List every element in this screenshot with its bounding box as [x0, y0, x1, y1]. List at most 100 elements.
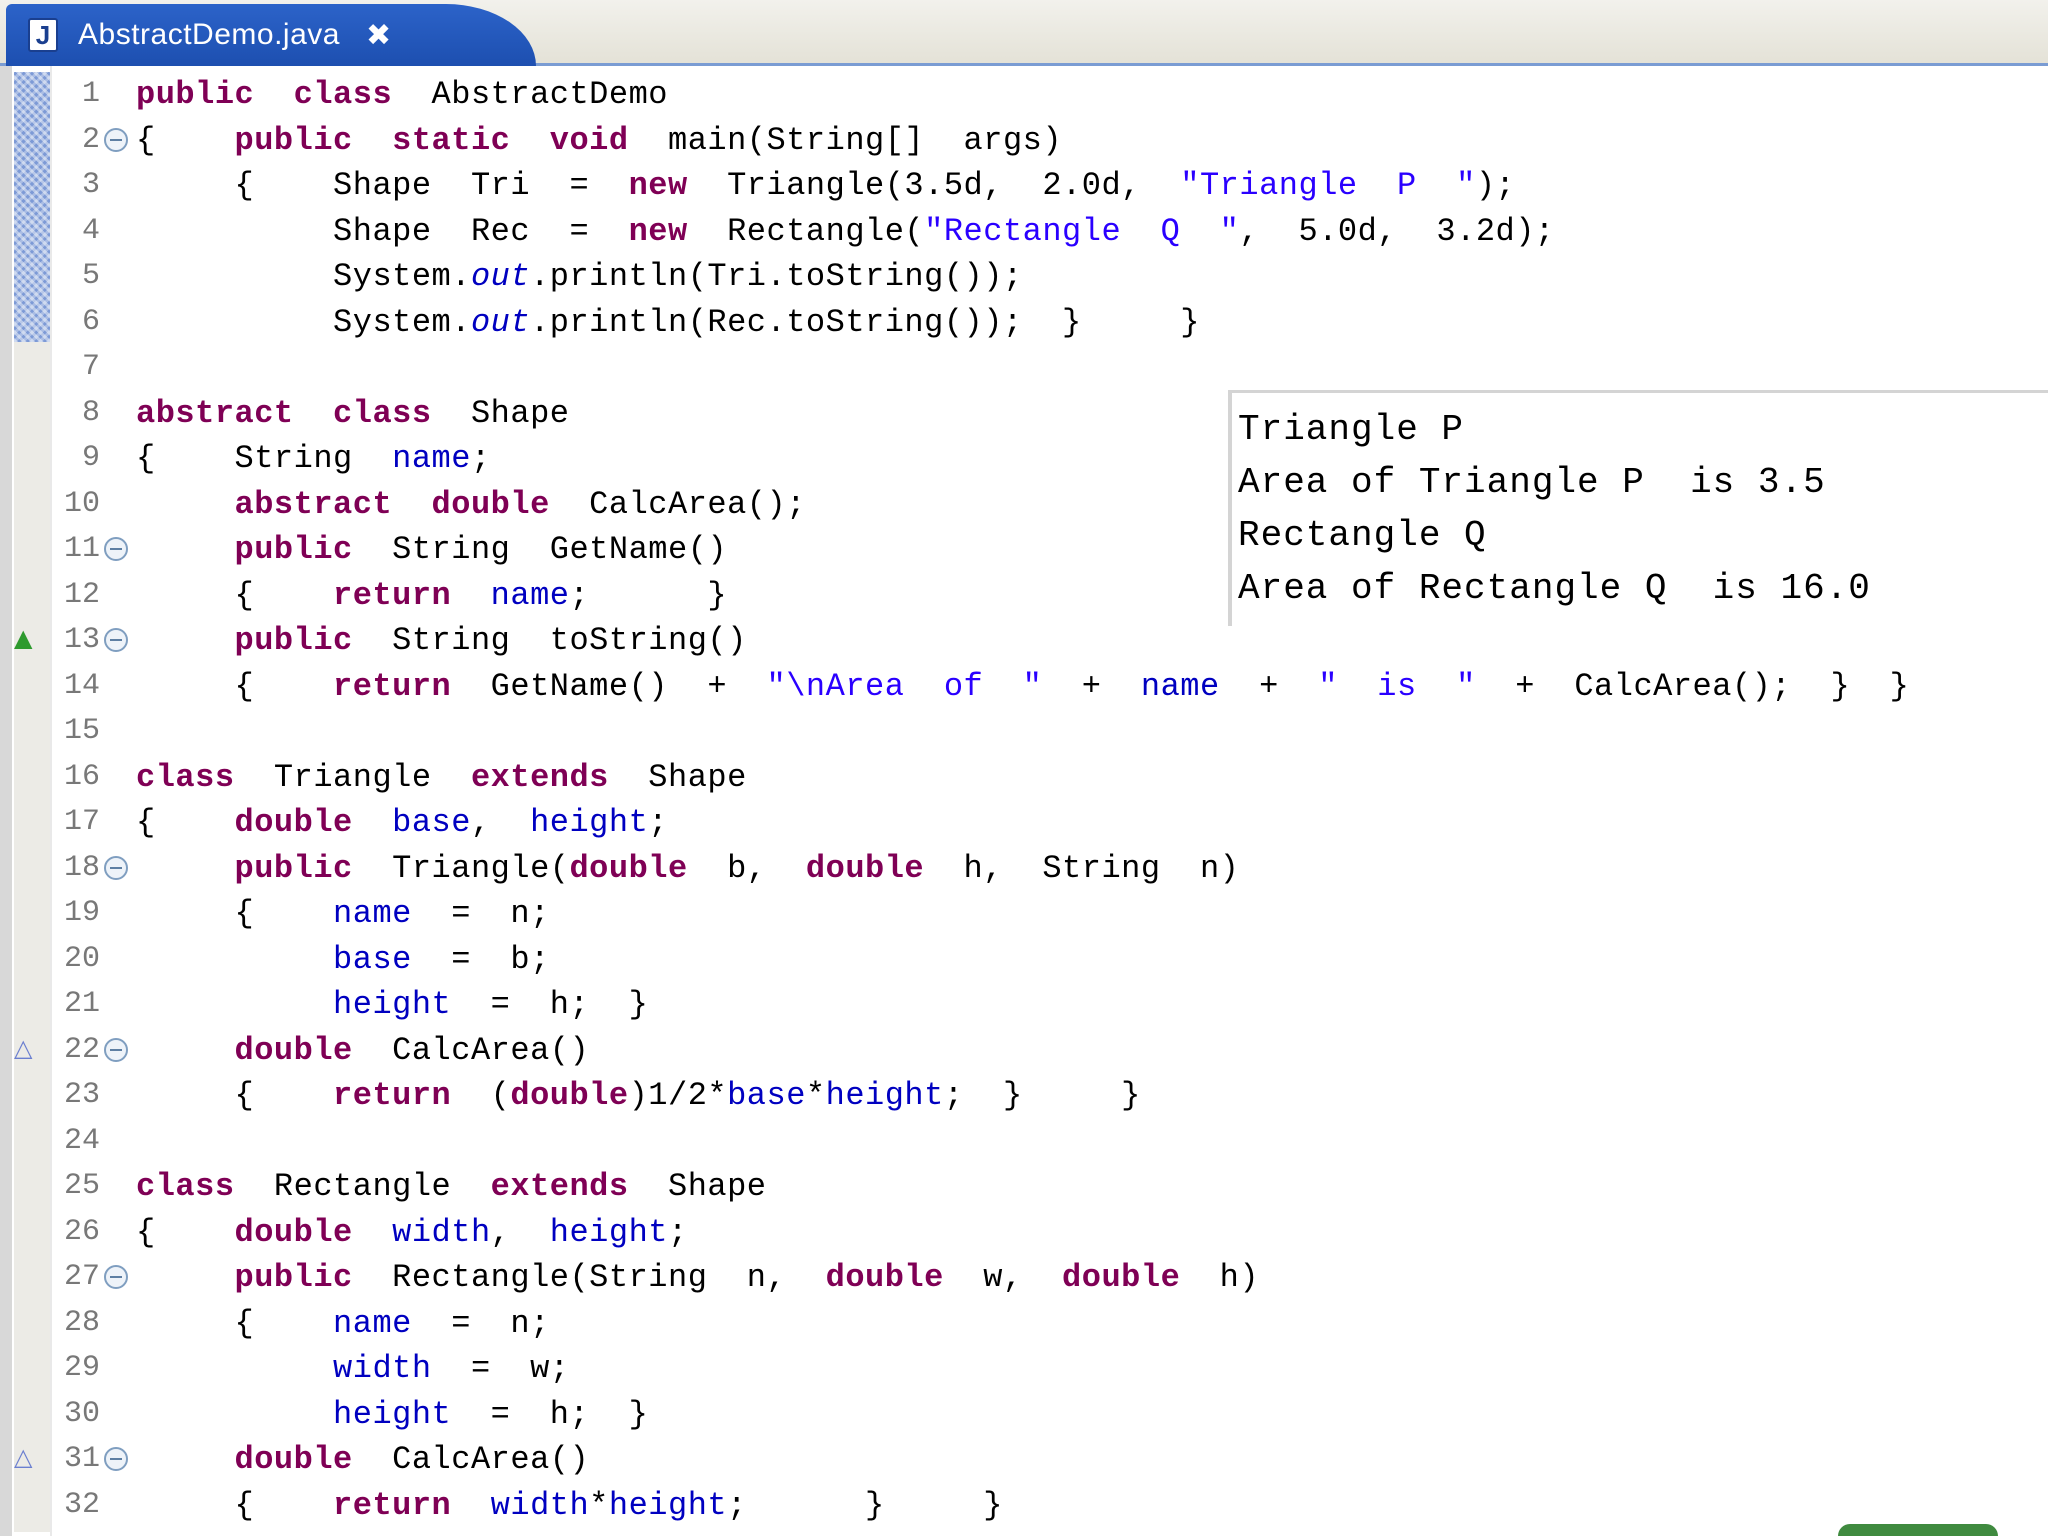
code-text: { String name; [136, 436, 491, 482]
code-line[interactable]: 30 height = h; } [0, 1392, 2048, 1438]
code-token: w, [943, 1259, 1063, 1296]
field-token: width [392, 1213, 491, 1251]
line-number: 14 [63, 668, 100, 703]
line-number: 25 [63, 1169, 100, 1203]
code-token: ; } [569, 576, 728, 614]
implements-marker-icon[interactable]: △ [14, 1036, 32, 1060]
field-token: height [530, 804, 649, 841]
code-line[interactable]: 25 class Rectangle extends Shape [0, 1164, 2048, 1210]
fold-collapse-icon[interactable] [104, 628, 128, 652]
code-token: + [1219, 667, 1319, 705]
code-line[interactable]: 27 public Rectangle(String n, double w, … [0, 1255, 2048, 1301]
code-token: { [136, 121, 235, 159]
code-line[interactable]: 20 base = b; [0, 937, 2048, 983]
code-token: = n; [411, 895, 550, 932]
line-number: 5 [81, 259, 100, 293]
code-token: * [805, 1077, 826, 1114]
code-line[interactable]: 26 { double width, height; [0, 1210, 2048, 1256]
code-line[interactable]: 21 height = h; } [0, 982, 2048, 1028]
code-text: height = h; } [136, 982, 648, 1028]
fold-collapse-icon[interactable] [104, 1447, 128, 1471]
override-marker-icon[interactable]: ▲ [14, 626, 32, 650]
fold-collapse-icon[interactable] [104, 1265, 128, 1289]
code-line[interactable]: 29 width = w; [0, 1346, 2048, 1392]
code-text: { public static void main(String[] args) [136, 118, 1062, 164]
console-line: Rectangle Q [1238, 515, 1487, 556]
tab-abstractdemo-java[interactable]: J AbstractDemo.java ✖ [6, 4, 536, 66]
line-number: 22 [63, 1032, 100, 1067]
code-line[interactable]: 19 { name = n; [0, 891, 2048, 937]
code-text: double CalcArea() [136, 1028, 589, 1074]
code-token: = n; [411, 1304, 550, 1342]
code-text: abstract class Shape [136, 391, 569, 437]
keyword-token: extends [490, 1168, 629, 1205]
code-line[interactable]: 2 { public static void main(String[] args… [0, 118, 2048, 164]
field-token: height [333, 986, 452, 1023]
code-line[interactable]: 7 [0, 345, 2048, 391]
code-text: { name = n; [136, 891, 550, 937]
keyword-token: double [234, 804, 353, 841]
code-text: { return width*height; } } [136, 1483, 1003, 1529]
code-line[interactable]: 5 System.out.println(Tri.toString()); [0, 254, 2048, 300]
code-line[interactable]: 24 [0, 1119, 2048, 1165]
line-number: 7 [81, 350, 100, 384]
fold-collapse-icon[interactable] [104, 127, 128, 152]
code-line[interactable]: 18 public Triangle(double b, double h, S… [0, 846, 2048, 892]
field-token: base [333, 940, 412, 978]
implements-marker-icon[interactable]: △ [14, 1445, 32, 1469]
code-token: { [136, 895, 334, 932]
keyword-token: class [333, 394, 432, 432]
fold-collapse-icon[interactable] [104, 537, 128, 561]
editor-tab-bar: J AbstractDemo.java ✖ [0, 0, 2048, 66]
line-number: 17 [63, 805, 100, 839]
code-line[interactable]: 28 { name = n; [0, 1301, 2048, 1347]
code-token: Rectangle( [687, 212, 925, 250]
code-token: , [490, 1213, 550, 1251]
code-line[interactable]: 14 { return GetName() + "\nArea of " + n… [0, 664, 2048, 710]
code-line[interactable]: 32 { return width*height; } } [0, 1483, 2048, 1529]
code-line[interactable]: 6 System.out.println(Rec.toString()); } … [0, 300, 2048, 346]
line-number: 6 [81, 304, 100, 339]
code-text: public String GetName() [136, 527, 727, 573]
code-line[interactable]: 23 { return (double)1/2*base*height; } } [0, 1073, 2048, 1119]
code-text: { return name; } [136, 573, 727, 619]
code-line[interactable]: 22 △ double CalcArea() [0, 1028, 2048, 1074]
code-text: double CalcArea() [136, 1437, 589, 1483]
keyword-token: extends [470, 758, 609, 796]
code-line[interactable]: 17 { double base, height; [0, 800, 2048, 846]
code-line[interactable]: 16 class Triangle extends Shape [0, 755, 2048, 801]
line-number: 1 [81, 77, 100, 111]
code-token: Triangle( [352, 849, 570, 887]
keyword-token: new [628, 212, 688, 250]
keyword-token: void [549, 121, 629, 159]
code-token: CalcArea() [352, 1441, 590, 1478]
tab-label: AbstractDemo.java [78, 18, 340, 51]
code-line[interactable]: 4 Shape Rec = new Rectangle("Rectangle Q… [0, 209, 2048, 255]
fold-collapse-icon[interactable] [104, 1037, 128, 1062]
code-text: abstract double CalcArea(); [136, 482, 806, 528]
field-token: height [608, 1486, 728, 1524]
code-token: { Shape Tri = [136, 167, 629, 204]
keyword-token: double [234, 1031, 353, 1069]
code-token: , [470, 804, 531, 841]
line-number: 21 [63, 987, 100, 1021]
code-token: String GetName() [352, 531, 728, 568]
string-token: "Rectangle Q " [924, 212, 1240, 250]
fold-collapse-icon[interactable] [104, 855, 128, 880]
code-line[interactable]: 15 [0, 709, 2048, 755]
code-line[interactable]: 3 { Shape Tri = new Triangle(3.5d, 2.0d,… [0, 163, 2048, 209]
close-icon[interactable]: ✖ [366, 18, 391, 53]
field-token: name [333, 1304, 412, 1342]
code-line[interactable]: 1 public class AbstractDemo [0, 72, 2048, 118]
code-line[interactable]: 31 △ double CalcArea() [0, 1437, 2048, 1483]
line-number: 28 [63, 1305, 100, 1340]
code-token: Rectangle [234, 1168, 491, 1205]
code-token: ); [1475, 167, 1516, 204]
line-number: 30 [63, 1396, 100, 1431]
code-text: { Shape Tri = new Triangle(3.5d, 2.0d, "… [136, 163, 1515, 209]
